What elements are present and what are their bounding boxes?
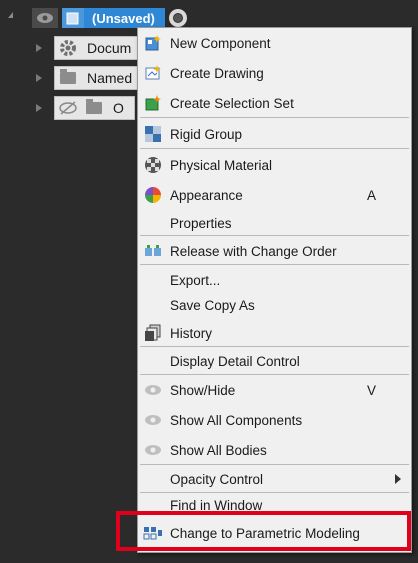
component-cube-icon	[62, 8, 84, 28]
menu-item-label: Create Selection Set	[170, 95, 294, 111]
menu-separator	[140, 235, 409, 236]
eye-icon	[142, 379, 164, 401]
collapse-arrow-icon[interactable]	[8, 12, 13, 18]
menu-item-show-hide[interactable]: Show/Hide V	[138, 377, 411, 403]
eye-icon	[142, 439, 164, 461]
new-component-icon	[142, 32, 164, 54]
menu-item-label: New Component	[170, 35, 271, 51]
context-menu: New Component Create Drawing Create Sele…	[137, 27, 412, 553]
menu-separator	[140, 264, 409, 265]
menu-separator	[140, 117, 409, 118]
menu-item-create-selection-set[interactable]: Create Selection Set	[138, 90, 411, 116]
menu-item-label: Show All Bodies	[170, 442, 267, 458]
menu-item-new-component[interactable]: New Component	[138, 30, 411, 56]
menu-item-history[interactable]: History	[138, 320, 411, 346]
menu-item-save-copy-as[interactable]: Save Copy As	[138, 292, 411, 318]
menu-item-shortcut: V	[367, 382, 377, 398]
tree-node-label: Docum	[87, 40, 132, 56]
menu-item-export[interactable]: Export...	[138, 267, 411, 293]
expand-arrow-icon[interactable]	[36, 104, 42, 112]
material-icon	[142, 154, 164, 176]
expand-arrow-icon[interactable]	[36, 74, 42, 82]
tree-node-document-settings[interactable]: Docum	[36, 36, 143, 60]
selection-set-icon	[142, 92, 164, 114]
menu-item-label: Save Copy As	[170, 297, 255, 313]
menu-item-label: Export...	[170, 272, 221, 288]
root-component-chip[interactable]: (Unsaved)	[62, 8, 165, 28]
drawing-icon	[142, 62, 164, 84]
folder-icon	[55, 67, 81, 89]
folder-icon	[81, 97, 107, 119]
history-icon	[142, 322, 164, 344]
menu-item-display-detail-control[interactable]: Display Detail Control	[138, 348, 411, 374]
tree-node-named-views[interactable]: Named	[36, 66, 144, 90]
menu-separator	[140, 464, 409, 465]
tree-node-label: O	[113, 100, 124, 116]
menu-item-label: Show/Hide	[170, 382, 236, 398]
menu-item-create-drawing[interactable]: Create Drawing	[138, 60, 411, 86]
menu-item-shortcut: A	[367, 187, 377, 203]
tree-node-origin[interactable]: O	[36, 96, 135, 120]
menu-item-label: Show All Components	[170, 412, 303, 428]
expand-arrow-icon[interactable]	[36, 44, 42, 52]
menu-item-show-all-bodies[interactable]: Show All Bodies	[138, 437, 411, 463]
menu-separator	[140, 148, 409, 149]
release-icon	[142, 240, 164, 262]
appearance-icon	[142, 184, 164, 206]
menu-item-opacity-control[interactable]: Opacity Control	[138, 466, 411, 492]
menu-item-label: Opacity Control	[170, 471, 264, 487]
menu-item-physical-material[interactable]: Physical Material	[138, 152, 411, 178]
menu-item-appearance[interactable]: Appearance A	[138, 182, 411, 208]
chevron-right-icon	[395, 474, 401, 484]
menu-separator	[140, 346, 409, 347]
root-component-row[interactable]: (Unsaved)	[32, 7, 187, 29]
menu-item-label: Release with Change Order	[170, 243, 337, 259]
menu-item-properties[interactable]: Properties	[138, 210, 411, 236]
menu-item-label: Properties	[170, 215, 232, 231]
menu-item-label: Physical Material	[170, 157, 273, 173]
visibility-eye-icon[interactable]	[32, 8, 58, 28]
tree-node-label: Named	[87, 70, 133, 86]
eye-icon	[142, 409, 164, 431]
gear-icon	[55, 37, 81, 59]
menu-item-rigid-group[interactable]: Rigid Group	[138, 121, 411, 147]
menu-item-show-all-components[interactable]: Show All Components	[138, 407, 411, 433]
rigid-group-icon	[142, 123, 164, 145]
menu-item-release[interactable]: Release with Change Order	[138, 238, 411, 264]
menu-item-label: Create Drawing	[170, 65, 264, 81]
menu-separator	[140, 374, 409, 375]
menu-item-label: Display Detail Control	[170, 353, 300, 369]
root-component-title: (Unsaved)	[92, 10, 155, 26]
highlight-annotation-box	[116, 511, 411, 551]
hidden-eye-icon[interactable]	[55, 97, 81, 119]
menu-item-label: Appearance	[170, 187, 243, 203]
menu-item-label: Rigid Group	[170, 126, 243, 142]
menu-item-label: History	[170, 325, 213, 341]
activate-radio-icon[interactable]	[168, 9, 187, 27]
